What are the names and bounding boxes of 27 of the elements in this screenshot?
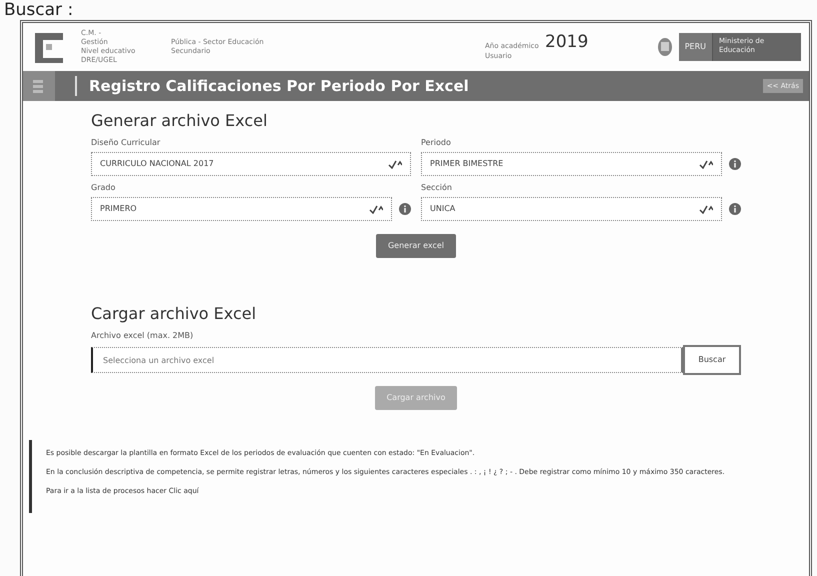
page-title: Registro Calificaciones Por Periodo Por Excel — [89, 76, 469, 97]
field-label: Sección — [421, 182, 453, 194]
chevron-icon — [388, 159, 402, 169]
field-label: Diseño Curricular — [91, 137, 162, 149]
field-label: Periodo — [421, 137, 452, 149]
section-heading: Generar archivo Excel — [91, 110, 268, 132]
file-input-field[interactable]: Selecciona un archivo excel — [91, 347, 683, 373]
country-badge: PERU — [678, 33, 713, 61]
search-label: Buscar : — [3, 0, 74, 20]
select-field[interactable]: PRIMER BIMESTRE — [421, 152, 722, 176]
select-value: PRIMERO — [100, 203, 137, 215]
section-heading: Cargar archivo Excel — [91, 303, 258, 325]
field-label: Grado — [91, 182, 116, 194]
select-value: CURRICULO NACIONAL 2017 — [100, 158, 214, 170]
select-value: PRIMER BIMESTRE — [430, 158, 504, 170]
action-button[interactable]: Generar excel — [376, 234, 456, 258]
select-field[interactable]: UNICA — [421, 197, 722, 221]
chevron-icon — [699, 159, 713, 169]
year-value: 2019 — [545, 33, 588, 51]
menu-icon — [23, 71, 55, 101]
field-label: Archivo excel (max. 2MB) — [91, 330, 194, 342]
chevron-icon — [369, 204, 383, 214]
select-value: UNICA — [430, 203, 456, 215]
select-field[interactable]: PRIMERO — [91, 197, 392, 221]
select-field[interactable]: CURRICULO NACIONAL 2017 — [91, 152, 411, 176]
browse-button[interactable]: Buscar — [683, 345, 741, 375]
chevron-icon — [699, 204, 713, 214]
